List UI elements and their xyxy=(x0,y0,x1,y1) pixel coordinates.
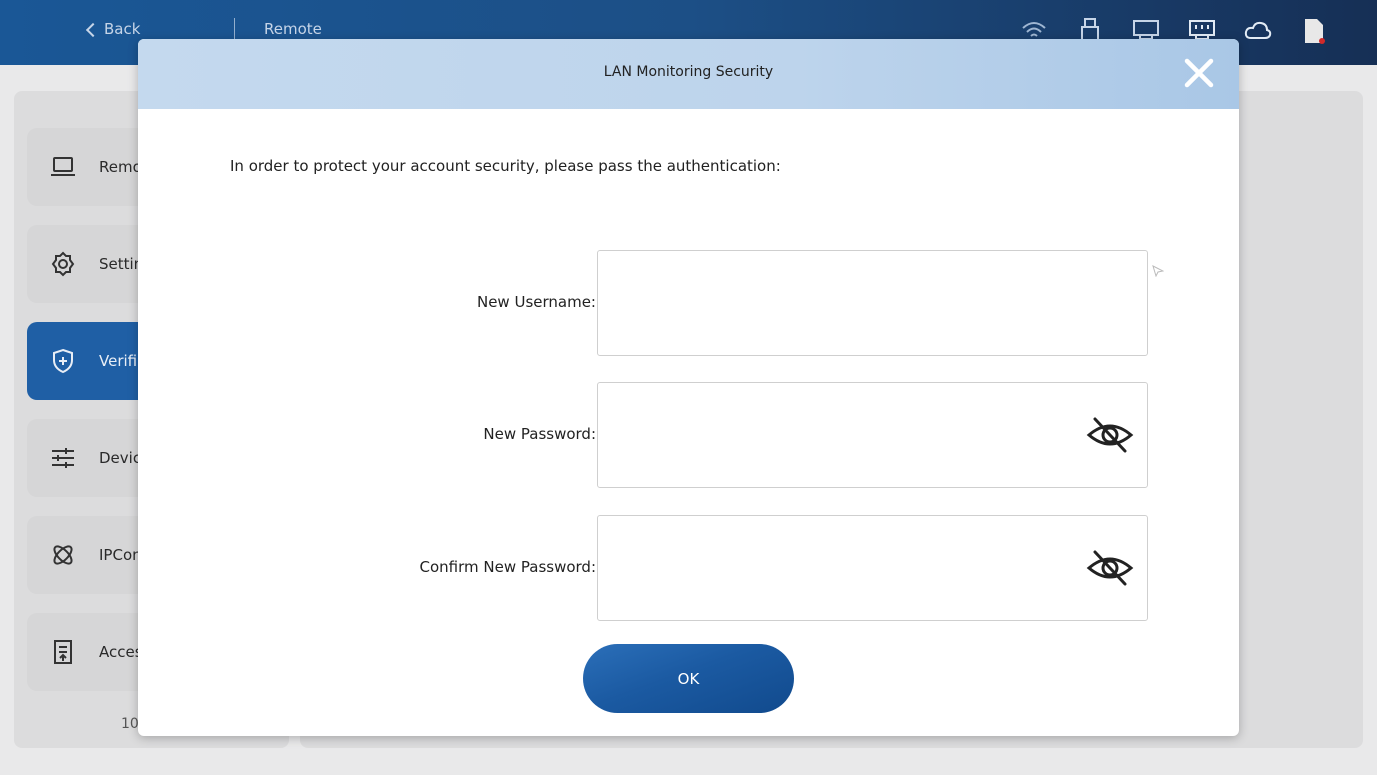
sliders-icon xyxy=(49,444,77,472)
cursor-icon xyxy=(1152,265,1164,277)
ok-button[interactable]: OK xyxy=(583,644,794,713)
network-icon xyxy=(49,541,77,569)
shield-icon xyxy=(49,347,77,375)
password-field[interactable] xyxy=(597,382,1148,488)
laptop-icon xyxy=(49,153,77,181)
password-input[interactable] xyxy=(598,383,1147,487)
breadcrumb: Remote xyxy=(264,20,322,38)
close-icon xyxy=(1184,58,1214,88)
chevron-left-icon xyxy=(85,22,101,37)
confirm-password-input[interactable] xyxy=(598,516,1147,620)
confirm-password-field[interactable] xyxy=(597,515,1148,621)
back-button[interactable]: Back xyxy=(85,20,141,38)
dialog-header: LAN Monitoring Security xyxy=(138,39,1239,109)
sidebar-item-label: Devic xyxy=(99,449,142,467)
close-button[interactable] xyxy=(1181,55,1217,91)
back-label: Back xyxy=(104,20,141,38)
sidebar-item-label: Remo xyxy=(99,158,142,176)
lan-security-dialog: LAN Monitoring Security In order to prot… xyxy=(138,39,1239,736)
sidebar-item-label: Acces xyxy=(99,643,143,661)
instruction-text: In order to protect your account securit… xyxy=(230,157,781,175)
eye-off-icon[interactable] xyxy=(1085,546,1135,590)
gear-icon xyxy=(49,250,77,278)
sidebar-footer: 10 xyxy=(121,716,139,732)
sidebar-item-label: Verifi xyxy=(99,352,138,370)
document-icon xyxy=(49,638,77,666)
password-label: New Password: xyxy=(483,425,596,443)
sidebar-item-label: IPCon xyxy=(99,546,142,564)
sidebar-item-label: Settin xyxy=(99,255,144,273)
cloud-icon xyxy=(1243,16,1273,46)
username-field[interactable] xyxy=(597,250,1148,356)
username-input[interactable] xyxy=(598,251,1147,355)
eye-off-icon[interactable] xyxy=(1085,413,1135,457)
username-label: New Username: xyxy=(476,293,596,311)
dialog-title: LAN Monitoring Security xyxy=(603,64,774,80)
confirm-password-label: Confirm New Password: xyxy=(419,558,597,576)
sd-card-icon xyxy=(1299,16,1329,46)
